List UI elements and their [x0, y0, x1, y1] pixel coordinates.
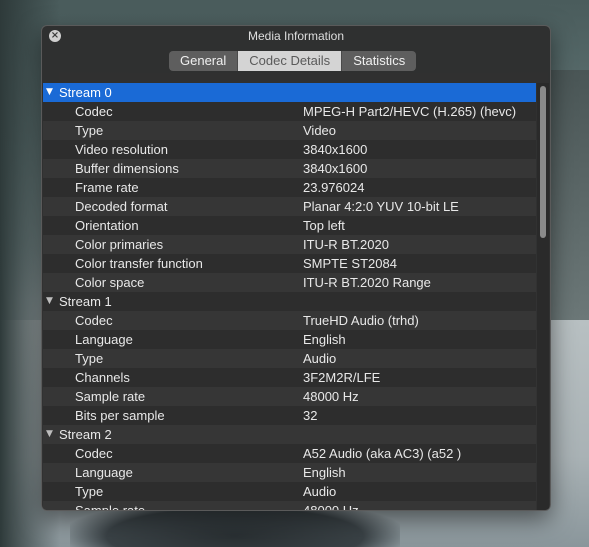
property-value: 48000 Hz [303, 389, 359, 404]
property-row[interactable]: Color primaries ITU-R BT.2020 [43, 235, 536, 254]
disclosure-triangle-icon[interactable]: ▼ [46, 292, 53, 311]
property-value: ITU-R BT.2020 [303, 237, 389, 252]
property-row[interactable]: Color space ITU-R BT.2020 Range [43, 273, 536, 292]
property-row[interactable]: Frame rate 23.976024 [43, 178, 536, 197]
property-name: Video resolution [75, 142, 168, 157]
property-name: Codec [75, 104, 113, 119]
property-row[interactable]: Type Audio [43, 482, 536, 501]
stream-name: Stream 1 [59, 294, 112, 309]
property-row[interactable]: Type Video [43, 121, 536, 140]
property-value: English [303, 332, 346, 347]
property-value: 23.976024 [303, 180, 365, 195]
property-name: Bits per sample [75, 408, 165, 423]
property-name: Color primaries [75, 237, 164, 252]
property-value: 3840x1600 [303, 161, 368, 176]
property-name: Color transfer function [75, 256, 203, 271]
property-row[interactable]: Buffer dimensions 3840x1600 [43, 159, 536, 178]
stream-header-row[interactable]: ▼ Stream 1 [43, 292, 536, 311]
property-name: Decoded format [75, 199, 168, 214]
codec-details-tree: ▼ Stream 0 Codec MPEG-H Part2/HEVC (H.265) … [43, 83, 536, 510]
stream-header-row[interactable]: ▼ Stream 0 [43, 83, 536, 102]
tab-codec-details[interactable]: Codec Details [238, 51, 343, 71]
property-value: Top left [303, 218, 345, 233]
property-row[interactable]: Codec MPEG-H Part2/HEVC (H.265) (hevc) [43, 102, 536, 121]
property-name: Buffer dimensions [75, 161, 179, 176]
property-name: Type [75, 351, 104, 366]
property-name: Frame rate [75, 180, 139, 195]
property-name: Codec [75, 446, 113, 461]
property-value: TrueHD Audio (trhd) [303, 313, 419, 328]
property-name: Orientation [75, 218, 139, 233]
property-name: Language [75, 332, 133, 347]
stream-header-row[interactable]: ▼ Stream 2 [43, 425, 536, 444]
property-row[interactable]: Orientation Top left [43, 216, 536, 235]
media-information-window: × Media Information General Codec Detail… [41, 25, 551, 511]
property-value: SMPTE ST2084 [303, 256, 397, 271]
window-title: Media Information [247, 29, 345, 43]
disclosure-triangle-icon[interactable]: ▼ [46, 425, 53, 444]
stream-name: Stream 0 [59, 85, 112, 100]
property-row[interactable]: Language English [43, 463, 536, 482]
scrollbar-thumb[interactable] [540, 86, 546, 238]
property-value: 48000 Hz [303, 501, 359, 510]
property-row[interactable]: Sample rate 48000 Hz [43, 501, 536, 510]
property-name: Channels [75, 370, 130, 385]
property-row[interactable]: Codec A52 Audio (aka AC3) (a52 ) [43, 444, 536, 463]
property-row[interactable]: Type Audio [43, 349, 536, 368]
property-row[interactable]: Codec TrueHD Audio (trhd) [43, 311, 536, 330]
property-row[interactable]: Sample rate 48000 Hz [43, 387, 536, 406]
property-row[interactable]: Bits per sample 32 [43, 406, 536, 425]
property-row[interactable]: Language English [43, 330, 536, 349]
close-icon[interactable]: × [49, 30, 61, 42]
property-name: Sample rate [75, 389, 146, 404]
property-value: 3840x1600 [303, 142, 368, 157]
tab-general[interactable]: General [169, 51, 239, 71]
title-bar: × Media Information [42, 26, 550, 47]
property-name: Sample rate [75, 501, 145, 510]
property-value: 32 [303, 408, 318, 423]
property-name: Language [75, 465, 133, 480]
tab-bar: General Codec Details Statistics [169, 51, 417, 71]
property-row[interactable]: Channels 3F2M2R/LFE [43, 368, 536, 387]
property-value: ITU-R BT.2020 Range [303, 275, 431, 290]
property-value: Audio [303, 484, 337, 499]
property-value: Video [303, 123, 337, 138]
property-name: Type [75, 123, 104, 138]
property-value: A52 Audio (aka AC3) (a52 ) [303, 446, 462, 461]
property-value: 3F2M2R/LFE [303, 370, 381, 385]
property-name: Type [75, 484, 104, 499]
tab-statistics[interactable]: Statistics [342, 51, 417, 71]
property-row[interactable]: Video resolution 3840x1600 [43, 140, 536, 159]
property-row[interactable]: Color transfer function SMPTE ST2084 [43, 254, 536, 273]
property-value: MPEG-H Part2/HEVC (H.265) (hevc) [303, 104, 517, 119]
property-value: Audio [303, 351, 337, 366]
property-row[interactable]: Decoded format Planar 4:2:0 YUV 10-bit LE [43, 197, 536, 216]
background-right-structure [548, 70, 589, 320]
property-name: Color space [75, 275, 145, 290]
stream-name: Stream 2 [59, 427, 112, 442]
vertical-scrollbar[interactable] [537, 83, 549, 510]
property-value: Planar 4:2:0 YUV 10-bit LE [303, 199, 459, 214]
property-name: Codec [75, 313, 113, 328]
disclosure-triangle-icon[interactable]: ▼ [46, 83, 53, 102]
property-value: English [303, 465, 346, 480]
